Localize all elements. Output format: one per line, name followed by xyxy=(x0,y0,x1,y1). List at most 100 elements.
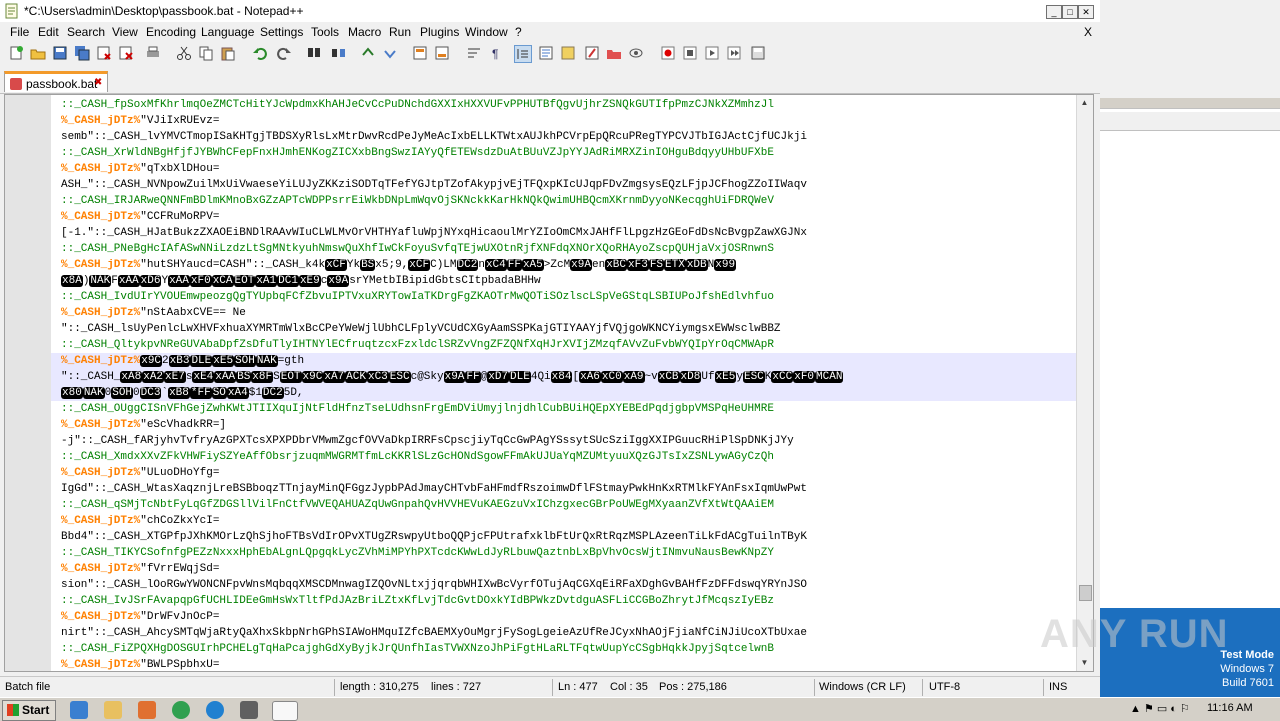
code-line[interactable]: x8A)NAKFxAA xD6YxAA xF0 xCA EOT xA1 DC1 xE9cx9A… xyxy=(51,273,1077,289)
word-wrap-icon[interactable] xyxy=(466,45,482,61)
close-all-icon[interactable] xyxy=(118,45,134,61)
menu-run[interactable]: Run xyxy=(389,25,411,39)
ie-icon[interactable] xyxy=(70,701,88,719)
code-line[interactable]: nirt"::_CASH_AhcySMTqWjaRtyQaXhxSkbpNrhG… xyxy=(51,625,1077,641)
code-line[interactable]: IgGd"::_CASH_WtasXaqznjLreBSBboqzTTnjayM… xyxy=(51,481,1077,497)
scroll-down-icon[interactable]: ▼ xyxy=(1079,657,1090,669)
open-file-icon[interactable] xyxy=(30,45,46,61)
code-line[interactable]: 472::_CASH_PNeBgHcIAfASwNNiLzdzLtSgMNtky… xyxy=(51,241,1077,257)
menu-language[interactable]: Language xyxy=(201,25,254,39)
print-icon[interactable] xyxy=(145,45,161,61)
paste-icon[interactable] xyxy=(220,45,236,61)
code-line[interactable]: 487%_CASH_jDTz%"DrWFvJnOcP= xyxy=(51,609,1077,625)
tab-passbook[interactable]: passbook.bat ✖ xyxy=(4,71,108,92)
code-line[interactable]: sion"::_CASH_lOoRGwYWONCNFpvWnsMqbqqXMSC… xyxy=(51,577,1077,593)
code-line[interactable]: 489%_CASH_jDTz%"BWLPSpbhxU= xyxy=(51,657,1077,671)
indent-guide-icon[interactable] xyxy=(514,45,532,63)
menu-encoding[interactable]: Encoding xyxy=(146,25,196,39)
stop-macro-icon[interactable] xyxy=(682,45,698,61)
monitoring-icon[interactable] xyxy=(628,45,644,61)
tab-close-icon[interactable]: ✖ xyxy=(94,77,102,88)
code-line[interactable]: 473%_CASH_jDTz%"hutSHYaucd=CASH"::_CASH_… xyxy=(51,257,1077,273)
folder-workspace-icon[interactable] xyxy=(606,45,622,61)
edge-icon[interactable] xyxy=(206,701,224,719)
code-line[interactable]: 484::_CASH_TIKYCSofnfgPEZzNxxxHphEbALgnL… xyxy=(51,545,1077,561)
code-line[interactable]: 480::_CASH_XmdxXXvZFkVHWFiySZYeAffObsrjz… xyxy=(51,449,1077,465)
code-line[interactable]: 467%_CASH_jDTz%"VJiIxRUEvz= xyxy=(51,113,1077,129)
code-line[interactable]: 471%_CASH_jDTz%"CCFRuMoRPV= xyxy=(51,209,1077,225)
start-button[interactable]: Start xyxy=(2,700,56,721)
close-file-icon[interactable] xyxy=(96,45,112,61)
code-line[interactable]: 477%_CASH_jDTz%x9C2xB3DLExE5SOHNAK=gth xyxy=(51,353,1077,369)
copy-icon[interactable] xyxy=(198,45,214,61)
scroll-up-icon[interactable]: ▲ xyxy=(1079,97,1090,109)
code-line[interactable]: Bbd4"::_CASH_XTGPfpJXhKMOrLzQhSjhoFTBsVd… xyxy=(51,529,1077,545)
code-line[interactable]: 486::_CASH_IvJSrFAvapqpGfUCHLIDEeGmHsWxT… xyxy=(51,593,1077,609)
cmd-icon[interactable] xyxy=(240,701,258,719)
lang-icon[interactable] xyxy=(538,45,554,61)
save-macro-icon[interactable] xyxy=(750,45,766,61)
code-line[interactable]: [-1."::_CASH_HJatBukzZXAOEiBNDlRAAvWIuCL… xyxy=(51,225,1077,241)
sync-horizontal-icon[interactable] xyxy=(434,45,450,61)
menu-plugins[interactable]: Plugins xyxy=(420,25,459,39)
media-player-icon[interactable] xyxy=(138,701,156,719)
record-macro-icon[interactable] xyxy=(660,45,676,61)
menu-edit[interactable]: Edit xyxy=(38,25,59,39)
menu-tools[interactable]: Tools xyxy=(311,25,339,39)
zoom-in-icon[interactable] xyxy=(360,45,376,61)
editor-area[interactable]: 466::_CASH_fpSoxMfKhrlmqOeZMCTcHitYJcWpd… xyxy=(4,94,1094,672)
zoom-out-icon[interactable] xyxy=(382,45,398,61)
code-line[interactable]: 476::_CASH_QltykpvNReGUVAbaDpfZsDfuTlyIH… xyxy=(51,337,1077,353)
vertical-scrollbar[interactable]: ▲ ▼ xyxy=(1076,95,1093,671)
code-line[interactable]: 488::_CASH_FiZPQXHgDOSGUIrhPCHELgTqHaPca… xyxy=(51,641,1077,657)
code-line[interactable]: 466::_CASH_fpSoxMfKhrlmqOeZMCTcHitYJcWpd… xyxy=(51,97,1077,113)
notepadpp-task-icon[interactable] xyxy=(272,701,298,721)
menu-settings[interactable]: Settings xyxy=(260,25,303,39)
find-icon[interactable] xyxy=(306,45,322,61)
code-line[interactable]: 481%_CASH_jDTz%"ULuoDHoYfg= xyxy=(51,465,1077,481)
scroll-thumb[interactable] xyxy=(1079,585,1092,601)
chrome-icon[interactable] xyxy=(172,701,190,719)
replace-icon[interactable] xyxy=(330,45,346,61)
code-line[interactable]: 468::_CASH_XrWldNBgHfjfJYBWhCFepFnxHJmhE… xyxy=(51,145,1077,161)
code-line[interactable]: 475%_CASH_jDTz%"nStAabxCVE== Ne xyxy=(51,305,1077,321)
new-file-icon[interactable] xyxy=(8,45,24,61)
function-list-icon[interactable] xyxy=(584,45,600,61)
show-all-chars-icon[interactable]: ¶ xyxy=(488,45,504,61)
code-line[interactable]: "::_CASH_xA8 xA2 xE7sxE4 xAA BS x8FSEOT x9C xA7… xyxy=(51,369,1077,385)
code-line[interactable]: 479%_CASH_jDTz%"eScVhadkRR=] xyxy=(51,417,1077,433)
menu-search[interactable]: Search xyxy=(67,25,105,39)
code-line[interactable]: 485%_CASH_jDTz%"fVrrEWqjSd= xyxy=(51,561,1077,577)
code-line[interactable]: -j"::_CASH_fARjyhvTvfryAzGPXTcsXPXPDbrVM… xyxy=(51,433,1077,449)
menu-macro[interactable]: Macro xyxy=(348,25,381,39)
menu-file[interactable]: File xyxy=(10,25,29,39)
doc-map-icon[interactable] xyxy=(560,45,576,61)
code-line[interactable]: 482::_CASH_qSMjTcNbtFyLqGfZDGSllVilFnCtf… xyxy=(51,497,1077,513)
code-line[interactable]: 469%_CASH_jDTz%"qTxbXlDHou= xyxy=(51,161,1077,177)
code-line[interactable]: x80 NAK0SOH0DC3`xB8 *FF SO xA4$1DC25D, xyxy=(51,385,1077,401)
undo-icon[interactable] xyxy=(252,45,268,61)
sync-vertical-icon[interactable] xyxy=(412,45,428,61)
code-line[interactable]: "::_CASH_lsUyPenlcLwXHVFxhuaXYMRTmWlxBcC… xyxy=(51,321,1077,337)
menu-view[interactable]: View xyxy=(112,25,138,39)
code-text[interactable]: 466::_CASH_fpSoxMfKhrlmqOeZMCTcHitYJcWpd… xyxy=(51,95,1077,671)
redo-icon[interactable] xyxy=(276,45,292,61)
maximize-button[interactable]: □ xyxy=(1062,5,1078,19)
code-line[interactable]: 478::_CASH_OUggCISnVFhGejZwhKWtJTIIXquIj… xyxy=(51,401,1077,417)
save-all-icon[interactable] xyxy=(74,45,90,61)
code-line[interactable]: 483%_CASH_jDTz%"chCoZkxYcI= xyxy=(51,513,1077,529)
cut-icon[interactable] xyxy=(176,45,192,61)
close-window-button[interactable]: ✕ xyxy=(1078,5,1094,19)
menu-window[interactable]: Window xyxy=(465,25,508,39)
code-line[interactable]: 474::_CASH_IvdUIrYVOUEmwpeozgQgTYUpbqFCf… xyxy=(51,289,1077,305)
menu-help[interactable]: ? xyxy=(515,25,522,39)
minimize-button[interactable]: _ xyxy=(1046,5,1062,19)
code-line[interactable]: ASH_"::_CASH_NVNpowZuilMxUiVwaeseYiLUJyZ… xyxy=(51,177,1077,193)
code-line[interactable]: semb"::_CASH_lvYMVCTmopISaKHTgjTBDSXyRls… xyxy=(51,129,1077,145)
play-macro-icon[interactable] xyxy=(704,45,720,61)
code-line[interactable]: 470::_CASH_IRJARweQNNFmBDlmKMnoBxGZzAPTc… xyxy=(51,193,1077,209)
close-document-x[interactable]: X xyxy=(1084,25,1092,39)
explorer-icon[interactable] xyxy=(104,701,122,719)
save-icon[interactable] xyxy=(52,45,68,61)
run-macro-multiple-icon[interactable] xyxy=(726,45,742,61)
